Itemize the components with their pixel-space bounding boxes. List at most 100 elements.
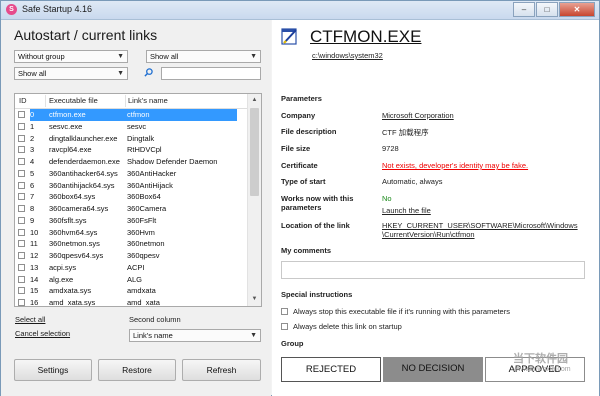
row-checkbox[interactable]	[18, 111, 25, 118]
location-value-line2[interactable]: \CurrentVersion\Run\ctfmon	[382, 230, 475, 239]
table-row[interactable]: 4 defenderdaemon.exe Shadow Defender Daemo…	[15, 156, 249, 168]
scrollbar-thumb[interactable]	[250, 108, 259, 196]
row-id: 16	[30, 298, 39, 307]
row-id: 13	[30, 262, 39, 272]
no-decision-button[interactable]: NO DECISION	[383, 357, 483, 382]
watermark-text: 当下软件园	[513, 353, 568, 365]
row-executable: 360fsflt.sys	[49, 215, 87, 225]
table-row[interactable]: 11 360netmon.sys 360netmon	[15, 238, 249, 250]
executable-path-link[interactable]: c:\windows\system32	[312, 51, 383, 60]
row-link-name: 360Box64	[127, 192, 161, 202]
row-checkbox[interactable]	[18, 299, 25, 306]
row-checkbox[interactable]	[18, 169, 25, 177]
row-checkbox[interactable]	[18, 181, 25, 189]
checkbox[interactable]	[281, 323, 288, 330]
special-option-delete[interactable]: Always delete this link on startup	[281, 322, 402, 331]
certificate-label: Certificate	[281, 161, 318, 170]
table-row[interactable]: 10 360hvm64.sys 360Hvm	[15, 227, 249, 239]
group-heading: Group	[281, 339, 304, 348]
row-checkbox[interactable]	[18, 240, 25, 248]
row-id: 9	[30, 215, 35, 225]
table-row[interactable]: 0 ctfmon.exe ctfmon	[15, 109, 249, 121]
title-bar[interactable]: S Safe Startup 4.16 – □ ✕	[1, 1, 599, 20]
maximize-button[interactable]: □	[536, 2, 558, 17]
table-row[interactable]: 8 360camera64.sys 360Camera	[15, 203, 249, 215]
refresh-button[interactable]: Refresh	[182, 359, 261, 381]
row-executable: defenderdaemon.exe	[49, 157, 120, 166]
row-checkbox[interactable]	[18, 146, 25, 154]
company-value[interactable]: Microsoft Corporation	[382, 111, 454, 120]
table-row[interactable]: 3 ravcpl64.exe RtHDVCpl	[15, 144, 249, 156]
table-row[interactable]: 15 amdxata.sys amdxata	[15, 285, 249, 297]
table-scrollbar[interactable]: ▲ ▼	[247, 94, 261, 306]
comments-input[interactable]	[281, 261, 585, 279]
table-row[interactable]: 14 alg.exe ALG	[15, 274, 249, 286]
row-checkbox[interactable]	[18, 134, 25, 142]
window-title: Safe Startup 4.16	[22, 4, 93, 14]
table-row[interactable]: 2 dingtalklauncher.exe Dingtalk	[15, 133, 249, 145]
row-checkbox[interactable]	[18, 287, 25, 295]
search-input[interactable]	[161, 67, 261, 80]
row-checkbox[interactable]	[18, 275, 25, 283]
row-link-name: RtHDVCpl	[127, 145, 162, 155]
close-button[interactable]: ✕	[559, 2, 595, 17]
row-executable: dingtalklauncher.exe	[49, 133, 118, 143]
certificate-value[interactable]: Not exists, developer's identity may be …	[382, 161, 528, 170]
row-executable: sesvc.exe	[49, 121, 83, 131]
row-checkbox[interactable]	[18, 122, 25, 130]
window-controls: – □ ✕	[512, 2, 595, 17]
select-all-link[interactable]: Select all	[15, 315, 45, 324]
search-icon[interactable]	[144, 68, 153, 77]
minimize-button[interactable]: –	[513, 2, 535, 17]
left-panel: Autostart / current links Without group …	[1, 20, 271, 396]
checkbox[interactable]	[281, 308, 288, 315]
row-id: 14	[30, 274, 39, 284]
table-row[interactable]: 16 amd_xata.sys amd_xata	[15, 297, 249, 307]
table-row[interactable]: 9 360fsflt.sys 360FsFlt	[15, 215, 249, 227]
table-row[interactable]: 5 360antihacker64.sys 360AntiHacker	[15, 168, 249, 180]
launch-file-link[interactable]: Launch the file	[382, 206, 431, 215]
rejected-button[interactable]: REJECTED	[281, 357, 381, 382]
row-checkbox[interactable]	[18, 263, 25, 271]
show-filter-select[interactable]: Show all ▼	[146, 50, 261, 63]
row-executable: alg.exe	[49, 274, 74, 284]
table-row[interactable]: 1 sesvc.exe sesvc	[15, 121, 249, 133]
row-checkbox[interactable]	[18, 193, 25, 201]
row-checkbox[interactable]	[18, 252, 25, 259]
cancel-selection-link[interactable]: Cancel selection	[15, 329, 70, 338]
column-header-id[interactable]: ID	[19, 96, 27, 105]
details-panel: CTFMON.EXE c:\windows\system32 Parameter…	[272, 20, 599, 396]
row-executable: 360camera64.sys	[49, 204, 109, 213]
restore-button[interactable]: Restore	[98, 359, 176, 381]
row-id: 11	[30, 239, 38, 249]
table-row[interactable]: 12 360qpesv64.sys 360qpesv	[15, 250, 249, 262]
column-header-link[interactable]: Link's name	[128, 96, 168, 105]
row-checkbox[interactable]	[18, 205, 25, 212]
row-link-name: 360Camera	[127, 204, 167, 213]
table-row[interactable]: 7 360box64.sys 360Box64	[15, 191, 249, 203]
description-label: File description	[281, 127, 337, 136]
row-checkbox[interactable]	[18, 216, 25, 224]
special-option-stop[interactable]: Always stop this executable file if it's…	[281, 307, 510, 316]
startup-table: ID Executable file Link's name 0 ctfmon.e…	[14, 93, 262, 307]
row-executable: ravcpl64.exe	[49, 145, 92, 155]
table-row[interactable]: 13 acpi.sys ACPI	[15, 262, 249, 274]
column-header-file[interactable]: Executable file	[49, 96, 98, 105]
table-body: 0 ctfmon.exe ctfmon 1 sesvc.exe sesvc 2 dingtal…	[15, 109, 249, 307]
scroll-down-icon[interactable]: ▼	[248, 293, 261, 306]
table-row[interactable]: 6 360antihijack64.sys 360AntiHijack	[15, 180, 249, 192]
executable-name[interactable]: CTFMON.EXE	[310, 27, 421, 47]
row-executable: amd_xata.sys	[49, 298, 96, 307]
settings-button[interactable]: Settings	[14, 359, 92, 381]
scroll-up-icon[interactable]: ▲	[248, 94, 261, 107]
row-link-name: Shadow Defender Daemon	[127, 157, 218, 166]
row-checkbox[interactable]	[18, 158, 25, 165]
row-link-name: 360Hvm	[127, 227, 155, 237]
location-value-line1[interactable]: HKEY_CURRENT_USER\SOFTWARE\Microsoft\Win…	[382, 221, 578, 230]
row-checkbox[interactable]	[18, 228, 25, 236]
row-id: 0	[30, 109, 49, 121]
second-column-select[interactable]: Link's name ▼	[129, 329, 261, 342]
row-executable: 360antihacker64.sys	[49, 168, 118, 178]
group-filter-select[interactable]: Without group ▼	[14, 50, 128, 63]
show-all-select[interactable]: Show all ▼	[14, 67, 128, 80]
